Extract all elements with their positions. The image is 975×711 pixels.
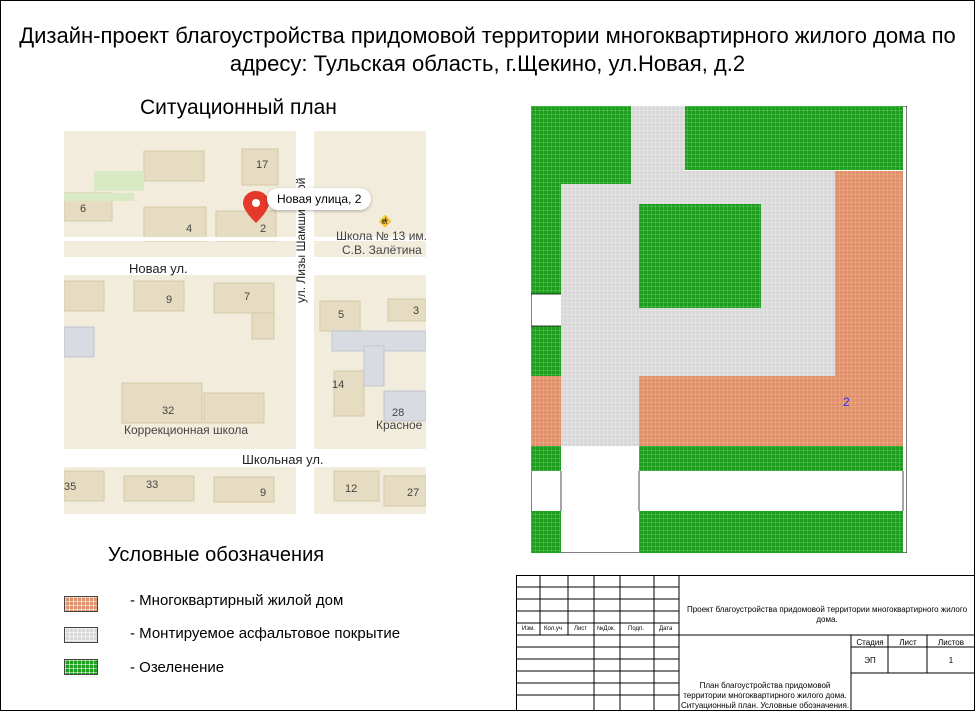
page-title: Дизайн-проект благоустройства придомовой… [19, 23, 956, 76]
stamp-col-podp: Подп. [628, 626, 644, 632]
krasnoe-label: Красное [376, 418, 423, 432]
stamp-sheets-value: 1 [948, 656, 954, 665]
house-number: 35 [64, 481, 77, 493]
house-number: 5 [338, 309, 345, 321]
stamp-col-kol: Кол.уч [544, 626, 562, 632]
stamp-col-data: Дата [659, 626, 673, 632]
house-number: 6 [80, 203, 87, 215]
stamp-col-izm: Изм. [522, 626, 535, 632]
school-label-2: С.В. Залётина [342, 243, 422, 257]
house-number: 2 [260, 223, 267, 235]
house-number: 12 [345, 483, 358, 495]
stamp-col-list: Лист [574, 626, 588, 632]
house-number: 9 [166, 294, 173, 306]
stamp-sheets-header: Листов [938, 638, 964, 647]
legend-swatch-house [64, 596, 98, 612]
site-plan: 2 [531, 106, 907, 553]
house-number: 3 [413, 305, 420, 317]
house-number: 7 [244, 291, 251, 303]
school-label-1: Школа № 13 им. [336, 229, 426, 243]
stamp-project-title: Проект благоустройства придомовой террит… [686, 605, 968, 624]
stamp-sheet-header: Лист [899, 638, 917, 647]
situation-map: Новая ул. Школьная ул. ул. Лизы Шамшиков… [64, 131, 426, 514]
street-label-shkolnaya: Школьная ул. [242, 452, 324, 467]
building-number-label: 2 [843, 395, 850, 409]
legend-label-house: - Многоквартирный жилой дом [130, 592, 344, 609]
house-number: 4 [186, 223, 193, 235]
house-number: 14 [332, 379, 345, 391]
stamp-sheet-title: План благоустройства придомовой территор… [680, 681, 850, 710]
legend-label-asphalt: - Монтируемое асфальтовое покрытие [130, 625, 401, 642]
school-corr-label: Коррекционная школа [124, 423, 249, 437]
situation-plan-heading: Ситуационный план [140, 96, 337, 119]
map-pin-label: Новая улица, 2 [267, 188, 372, 210]
street-label-novaya: Новая ул. [129, 261, 188, 276]
title-block: Изм. Кол.уч Лист №Док. Подп. Дата Проект… [516, 575, 975, 711]
school-icon: 🚸 [378, 216, 392, 228]
stamp-stage-value: ЭП [864, 656, 876, 665]
house-number: 33 [146, 479, 159, 491]
stamp-stage-header: Стадия [856, 638, 884, 647]
house-number: 27 [407, 487, 420, 499]
house-number: 32 [162, 405, 175, 417]
legend-label-green: - Озеленение [130, 659, 225, 676]
house-number: 17 [256, 159, 269, 171]
legend-swatch-asphalt [64, 627, 98, 643]
stamp-col-doc: №Док. [597, 626, 616, 632]
house-number: 28 [392, 407, 405, 419]
house-number: 9 [260, 487, 267, 499]
legend-swatch-green [64, 659, 98, 675]
legend-title: Условные обозначения [108, 544, 325, 566]
